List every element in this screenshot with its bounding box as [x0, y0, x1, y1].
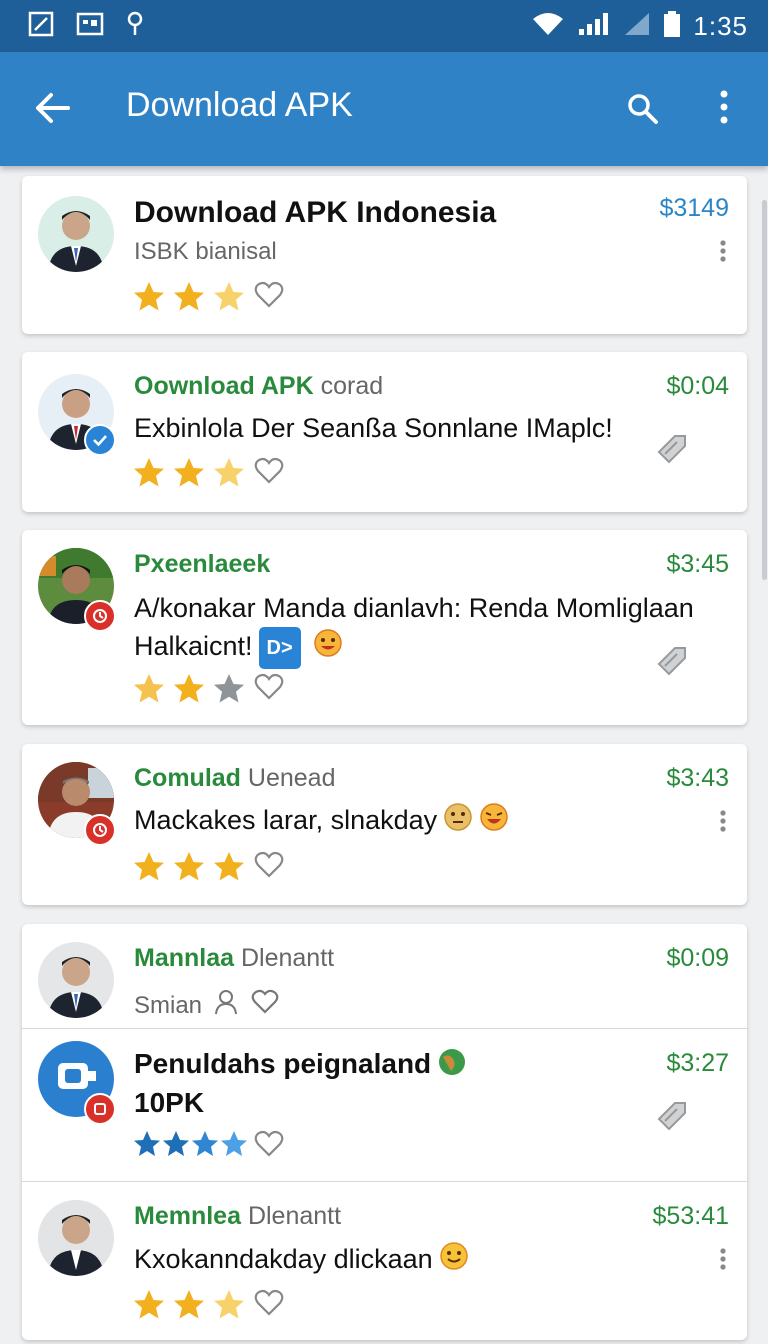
avatar — [38, 942, 114, 1018]
item-price: $3149 — [659, 194, 729, 222]
item-name: Oownload APK corad — [134, 372, 383, 401]
item-text: Exbinlola Der Seanßa Sonnlane IMaplc! — [134, 413, 613, 443]
item-title: Download APK Indonesia — [134, 196, 497, 229]
more-vert-icon[interactable] — [719, 1248, 727, 1275]
alert-badge-icon — [84, 1093, 116, 1125]
smiley-emoji-icon — [313, 628, 343, 668]
laughing-emoji-icon — [479, 802, 509, 842]
item-name-secondary: Uenead — [247, 764, 336, 792]
list-item[interactable]: Memnlea Dlenantt Kxokanndakday dlickaan … — [22, 1182, 747, 1340]
signal-secondary-icon — [623, 11, 651, 42]
app-chip: D> — [258, 627, 301, 669]
tag-icon[interactable] — [655, 1099, 689, 1138]
neutral-emoji-icon — [443, 802, 473, 842]
item-price: $0:04 — [666, 372, 729, 400]
item-subtitle: ISBK bianisal — [134, 238, 277, 265]
item-title: Penuldahs peignaland — [134, 1047, 432, 1079]
more-vert-icon[interactable] — [718, 90, 730, 129]
item-name-primary: Memnlea — [134, 1202, 241, 1230]
item-price: $3:43 — [666, 764, 729, 792]
list-item[interactable]: Download APK Indonesia ISBK bianisal $31… — [22, 176, 747, 334]
rating-stars — [132, 850, 284, 884]
app-bar: Download APK — [0, 52, 768, 166]
rating-stars — [132, 672, 284, 706]
list-item[interactable]: Penuldahs peignaland 10PK $3:27 — [22, 1029, 747, 1181]
list-item[interactable]: Oownload APK corad Exbinlola Der Seanßa … — [22, 352, 747, 512]
globe-emoji-icon — [437, 1047, 467, 1084]
item-text-continued: Halkaicnt! D> — [134, 627, 343, 669]
rating-stars — [132, 1288, 284, 1322]
heart-icon[interactable] — [254, 281, 284, 314]
heart-icon[interactable] — [254, 1289, 284, 1322]
alert-badge-icon — [84, 814, 116, 846]
item-name: Comulad Uenead — [134, 764, 335, 793]
rating-stars — [132, 280, 284, 314]
tag-icon[interactable] — [655, 644, 689, 683]
heart-icon[interactable] — [254, 457, 284, 490]
item-price: $3:27 — [666, 1049, 729, 1077]
edit-notification-icon — [28, 11, 54, 42]
more-vert-icon[interactable] — [719, 810, 727, 837]
signal-icon — [577, 11, 611, 42]
item-title-line2: 10PK — [134, 1087, 205, 1118]
item-text: Mackakes larar, slnakday — [134, 805, 438, 835]
person-icon[interactable] — [214, 989, 238, 1022]
heart-icon[interactable] — [254, 851, 284, 884]
item-text-row: Mackakes larar, slnakday — [134, 801, 509, 842]
location-icon — [126, 11, 144, 42]
item-name: Pxeenlaeek — [134, 550, 270, 579]
item-name-primary: Pxeenlaeek — [134, 550, 271, 578]
back-arrow-icon[interactable] — [34, 92, 72, 129]
item-text: A/konakar Manda dianlavh: Renda Momligla… — [134, 593, 694, 623]
list-item[interactable]: Mannlaa Dlenantt Smian $0:09 — [22, 924, 747, 1028]
status-bar: 1:35 — [0, 0, 768, 52]
rating-stars — [132, 456, 284, 490]
item-name-secondary: corad — [320, 372, 384, 400]
list-item[interactable]: Comulad Uenead Mackakes larar, slnakday … — [22, 744, 747, 905]
item-name: Memnlea Dlenantt — [134, 1202, 341, 1231]
item-price: $3:45 — [666, 550, 729, 578]
chat-bubble-icon[interactable] — [250, 988, 280, 1023]
item-name-secondary: Dlenantt — [240, 944, 335, 972]
item-subtitle-row: Smian — [134, 988, 280, 1023]
clock: 1:35 — [693, 10, 748, 41]
item-price: $0:09 — [666, 944, 729, 972]
item-price: $53:41 — [652, 1202, 729, 1230]
item-name-primary: Oownload APK — [134, 372, 314, 400]
smiley-emoji-icon — [439, 1241, 469, 1281]
alert-badge-icon — [84, 600, 116, 632]
item-text-line2: Halkaicnt! — [134, 631, 253, 662]
scrollbar[interactable] — [762, 200, 767, 580]
battery-icon — [663, 10, 681, 43]
item-text: Kxokanndakday dlickaan — [134, 1244, 433, 1274]
verified-badge-icon — [84, 424, 116, 456]
more-vert-icon[interactable] — [719, 240, 727, 267]
item-title-row: Penuldahs peignaland — [134, 1047, 467, 1084]
app-bar-title: Download APK — [126, 86, 353, 124]
search-icon[interactable] — [626, 92, 660, 131]
item-name-primary: Mannlaa — [134, 944, 235, 972]
image-notification-icon — [76, 12, 104, 41]
list-item[interactable]: Pxeenlaeek A/konakar Manda dianlavh: Ren… — [22, 530, 747, 725]
rating-stars — [132, 1129, 284, 1163]
item-name: Mannlaa Dlenantt — [134, 944, 334, 973]
item-text-row: Kxokanndakday dlickaan — [134, 1240, 469, 1281]
heart-icon[interactable] — [254, 1130, 284, 1163]
item-name-primary: Comulad — [134, 764, 241, 792]
heart-icon[interactable] — [254, 673, 284, 706]
tag-icon[interactable] — [655, 432, 689, 471]
avatar — [38, 1200, 114, 1276]
item-name-secondary: Dlenantt — [247, 1202, 342, 1230]
avatar — [38, 196, 114, 272]
list-group-card: Mannlaa Dlenantt Smian $0:09 Penuldahs p… — [22, 924, 747, 1340]
item-subtitle: Smian — [134, 991, 203, 1019]
wifi-icon — [531, 11, 565, 42]
